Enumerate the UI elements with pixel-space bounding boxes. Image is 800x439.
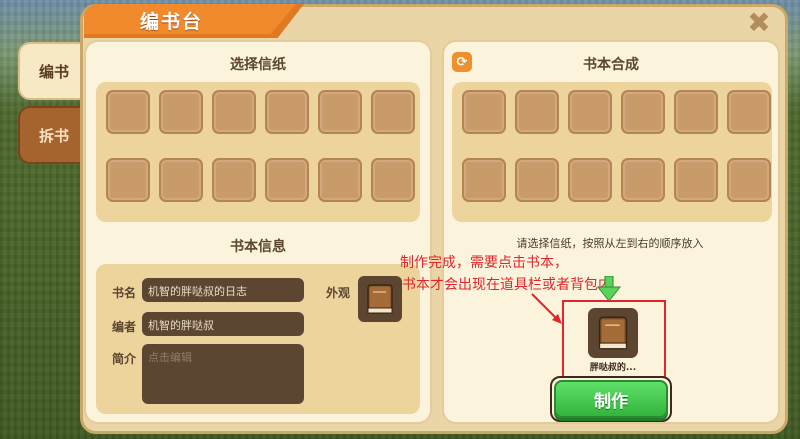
- intro-label: 简介: [112, 352, 137, 366]
- book-info-title: 书本信息: [230, 239, 286, 255]
- paper-slot[interactable]: [212, 90, 256, 134]
- annotation-line-2: 书本才会出现在道具栏或者背包内: [402, 277, 612, 293]
- tab-disassemble-label: 拆书: [38, 126, 69, 145]
- tab-disassemble[interactable]: 拆书: [18, 106, 88, 164]
- make-button[interactable]: 制作: [554, 380, 668, 418]
- book-name-field[interactable]: 机智的胖哒叔的日志: [142, 278, 304, 302]
- result-book-icon: [598, 316, 628, 350]
- paper-slot[interactable]: [159, 158, 203, 202]
- compose-hint: 请选择信纸，按照从左到右的顺序放入: [516, 237, 704, 250]
- compose-title: 书本合成: [583, 57, 639, 73]
- paper-slot[interactable]: [371, 90, 415, 134]
- paper-slot[interactable]: [106, 90, 150, 134]
- compose-slot[interactable]: [568, 158, 612, 202]
- result-book-label: 胖哒叔的...: [589, 363, 637, 373]
- green-arrow-icon: [597, 276, 621, 302]
- paper-slot[interactable]: [318, 158, 362, 202]
- cover-selector[interactable]: [358, 276, 402, 322]
- paper-slot[interactable]: [371, 158, 415, 202]
- intro-placeholder: 点击编辑: [148, 351, 192, 364]
- author-label: 编者: [112, 320, 137, 334]
- annotation-line-1: 制作完成，需要点击书本，: [400, 255, 568, 271]
- compose-slot[interactable]: [568, 90, 612, 134]
- author-field[interactable]: 机智的胖哒叔: [142, 312, 304, 336]
- tab-compose[interactable]: 编书: [18, 42, 88, 100]
- paper-slot[interactable]: [159, 90, 203, 134]
- compose-slot[interactable]: [515, 90, 559, 134]
- book-icon: [367, 284, 393, 314]
- compose-slot[interactable]: [621, 90, 665, 134]
- paper-slot[interactable]: [212, 158, 256, 202]
- select-paper-title: 选择信纸: [230, 57, 286, 73]
- compose-slot[interactable]: [674, 158, 718, 202]
- compose-slot[interactable]: [727, 90, 771, 134]
- paper-slot[interactable]: [318, 90, 362, 134]
- compose-slot-grid: [452, 82, 772, 222]
- red-pointer-arrow-icon: [531, 293, 562, 324]
- compose-slot[interactable]: [621, 158, 665, 202]
- compose-slot[interactable]: [674, 90, 718, 134]
- paper-slot[interactable]: [106, 158, 150, 202]
- make-button-label: 制作: [594, 391, 628, 412]
- window-title: 编书台: [140, 11, 204, 33]
- tab-compose-label: 编书: [38, 62, 69, 81]
- compose-slot[interactable]: [462, 158, 506, 202]
- paper-slot[interactable]: [265, 90, 309, 134]
- cover-label: 外观: [326, 286, 351, 300]
- paper-slot-grid: [96, 82, 420, 222]
- book-name-label: 书名: [112, 286, 137, 300]
- compose-slot[interactable]: [515, 158, 559, 202]
- result-book-slot[interactable]: [588, 308, 638, 358]
- compose-slot[interactable]: [727, 158, 771, 202]
- close-icon[interactable]: ✖: [744, 8, 774, 38]
- paper-slot[interactable]: [265, 158, 309, 202]
- compose-slot[interactable]: [462, 90, 506, 134]
- intro-field[interactable]: 点击编辑: [142, 344, 304, 404]
